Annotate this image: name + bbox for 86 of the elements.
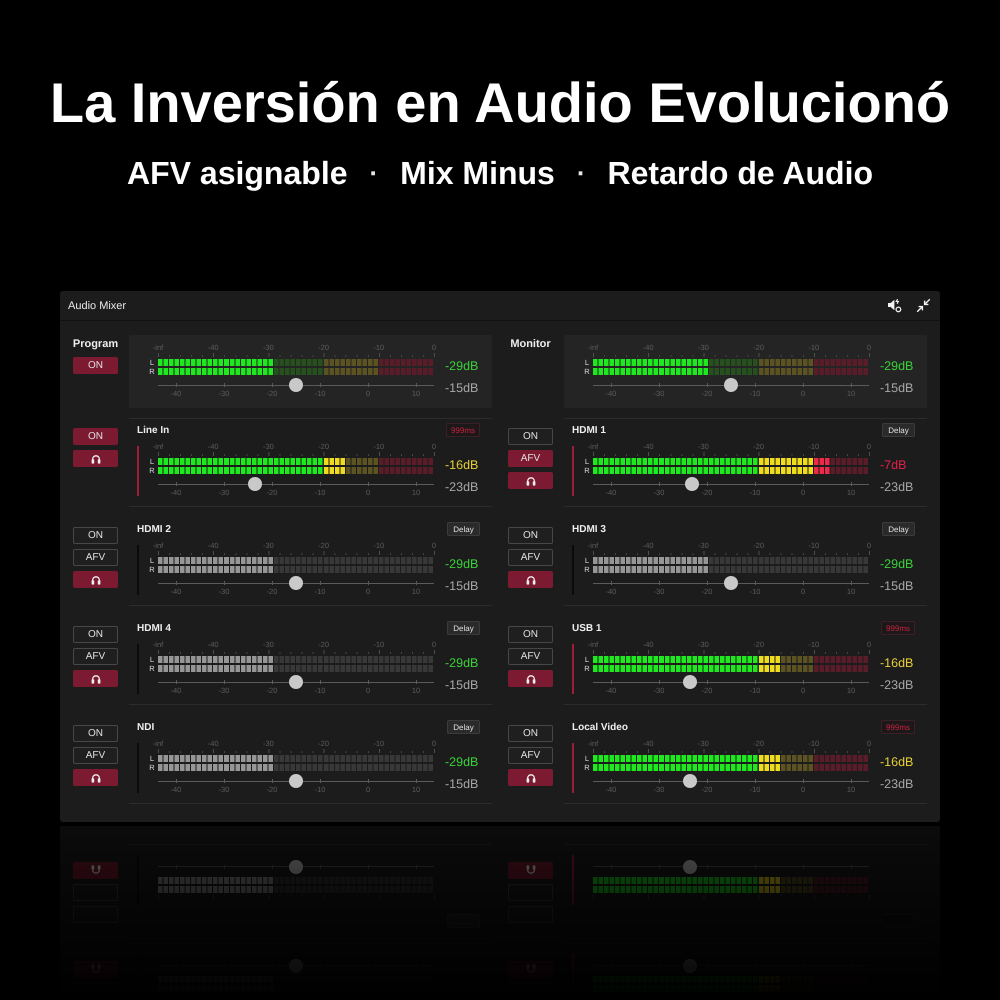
speaker-settings-icon[interactable]: [887, 298, 902, 313]
afv-button[interactable]: AFV: [73, 549, 118, 566]
fader-thumb[interactable]: [724, 576, 738, 590]
headphones-icon: [526, 772, 536, 782]
gain-readout: -15dB: [445, 777, 478, 792]
channel-name: Line In: [137, 424, 170, 436]
delay-button[interactable]: Delay: [447, 522, 480, 536]
headphones-button[interactable]: [73, 670, 118, 687]
afv-button[interactable]: AFV: [508, 648, 553, 665]
delay-button[interactable]: Delay: [882, 423, 915, 437]
headphones-button[interactable]: [73, 450, 118, 467]
fader-thumb[interactable]: [289, 774, 303, 788]
collapse-icon[interactable]: [916, 298, 931, 313]
on-button[interactable]: ON: [73, 527, 118, 544]
afv-button[interactable]: AFV: [508, 549, 553, 566]
headphones-icon: [90, 574, 100, 584]
feature-label: Retardo de Audio: [608, 154, 873, 193]
peak-readout: -29dB: [880, 359, 914, 374]
gain-readout: -23dB: [880, 678, 914, 693]
peak-readout: -29dB: [445, 656, 478, 671]
afv-button[interactable]: AFV: [508, 450, 553, 467]
headphones-button[interactable]: [508, 769, 553, 786]
delay-button[interactable]: Delay: [447, 621, 480, 635]
fader-thumb[interactable]: [289, 378, 303, 392]
headphones-button[interactable]: [73, 769, 118, 786]
headphones-icon: [526, 476, 536, 486]
peak-readout: -29dB: [445, 557, 478, 572]
peak-readout: -16dB: [880, 755, 914, 770]
delay-button[interactable]: Delay: [882, 522, 915, 536]
on-button[interactable]: ON: [73, 626, 118, 643]
gain-readout: -15dB: [445, 579, 478, 594]
peak-readout: -29dB: [445, 755, 478, 770]
gain-readout: -15dB: [880, 579, 914, 594]
fader-thumb[interactable]: [289, 675, 303, 689]
channel-name: NDI: [137, 722, 154, 732]
afv-button[interactable]: AFV: [508, 747, 553, 764]
separator: ·: [576, 157, 586, 190]
on-button[interactable]: ON: [73, 725, 118, 742]
fader-thumb[interactable]: [248, 477, 262, 491]
gain-readout: -23dB: [445, 480, 478, 495]
channel-name: Local Video: [572, 722, 628, 732]
headphones-button[interactable]: [508, 571, 553, 588]
gain-readout: -15dB: [445, 678, 478, 693]
headphones-button[interactable]: [508, 670, 553, 687]
afv-button[interactable]: AFV: [73, 747, 118, 764]
on-button[interactable]: ON: [508, 527, 553, 544]
peak-readout: -7dB: [880, 458, 906, 473]
headline: La Inversión en Audio Evolucionó: [50, 71, 950, 135]
headphones-icon: [90, 772, 100, 782]
channel-name: HDMI 3: [572, 524, 606, 534]
headphones-button[interactable]: [73, 571, 118, 588]
on-button[interactable]: ON: [508, 725, 553, 742]
channel-name: HDMI 1: [572, 424, 606, 436]
peak-readout: -29dB: [445, 359, 478, 374]
gain-readout: -15dB: [445, 381, 478, 396]
on-button[interactable]: ON: [508, 626, 553, 643]
peak-readout: -16dB: [445, 458, 478, 473]
headphones-icon: [526, 574, 536, 584]
on-button[interactable]: ON: [73, 428, 118, 445]
separator: ·: [370, 157, 378, 190]
bus-name: Monitor: [510, 337, 551, 351]
peak-readout: -16dB: [880, 656, 914, 671]
headphones-icon: [526, 674, 536, 684]
peak-readout: -29dB: [880, 557, 914, 572]
headphones-icon: [90, 674, 100, 684]
afv-button[interactable]: AFV: [73, 648, 118, 665]
channel-name: USB 1: [572, 622, 602, 634]
gain-readout: -23dB: [880, 777, 914, 792]
fader-thumb[interactable]: [289, 576, 303, 590]
on-button[interactable]: ON: [73, 357, 118, 374]
headphones-button[interactable]: [508, 472, 553, 489]
headphones-icon: [90, 454, 100, 464]
gain-readout: -15dB: [880, 381, 914, 396]
fader-thumb[interactable]: [685, 477, 700, 491]
fader-thumb[interactable]: [682, 675, 697, 689]
delay-button[interactable]: Delay: [447, 720, 480, 734]
feature-label: AFV asignable: [127, 154, 348, 193]
feature-label: Mix Minus: [400, 154, 555, 193]
panel-title: Audio Mixer: [68, 300, 126, 312]
fader-thumb[interactable]: [682, 774, 697, 788]
gain-readout: -23dB: [880, 480, 914, 495]
on-button[interactable]: ON: [508, 428, 553, 445]
channel-name: HDMI 4: [137, 622, 171, 634]
bus-name: Program: [72, 337, 118, 351]
fader-thumb[interactable]: [724, 378, 738, 392]
channel-name: HDMI 2: [137, 524, 171, 534]
